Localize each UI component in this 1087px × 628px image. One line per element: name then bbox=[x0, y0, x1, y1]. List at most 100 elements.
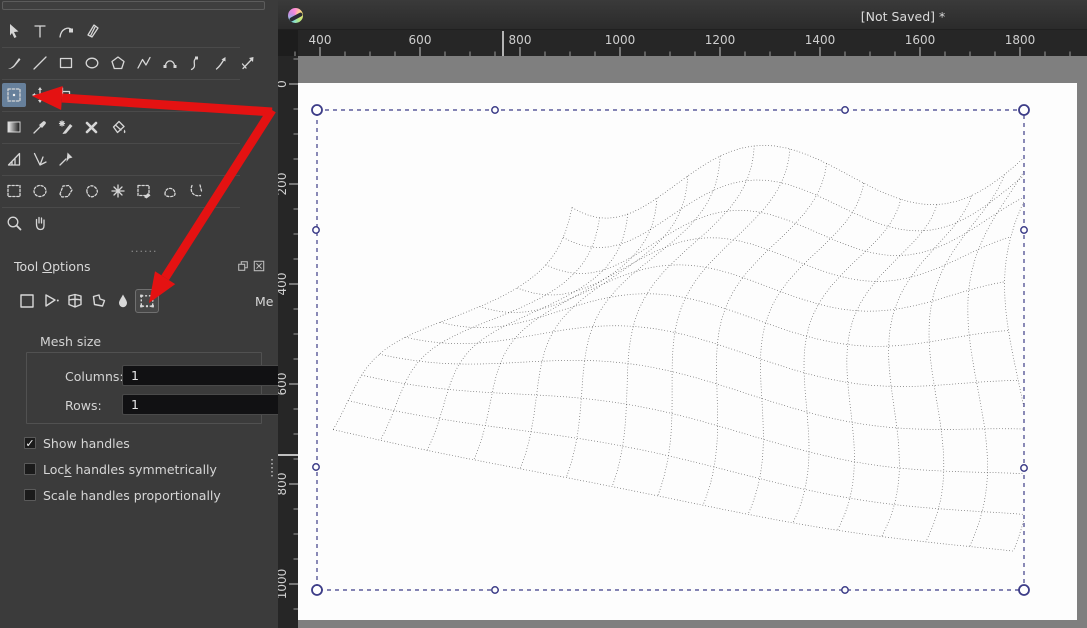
toolbox-docker-header[interactable] bbox=[2, 1, 265, 10]
tool-magnetic-selection[interactable] bbox=[184, 179, 208, 203]
mesh-corner-handle[interactable] bbox=[311, 104, 323, 116]
tool-gradient[interactable] bbox=[2, 115, 26, 139]
tool-text[interactable] bbox=[28, 19, 52, 43]
svg-text:600: 600 bbox=[409, 33, 432, 47]
tool-polyline[interactable] bbox=[132, 51, 156, 75]
svg-text:1800: 1800 bbox=[1005, 33, 1036, 47]
toolbox-separator bbox=[2, 79, 240, 80]
mesh-corner-handle[interactable] bbox=[1018, 104, 1030, 116]
mesh-corner-handle[interactable] bbox=[311, 584, 323, 596]
checkbox-unchecked[interactable] bbox=[24, 489, 36, 501]
colorize-mask-icon bbox=[58, 120, 73, 134]
tool-calligraphy[interactable] bbox=[80, 19, 104, 43]
tool-freehand-brush[interactable] bbox=[2, 51, 26, 75]
checkbox-label: Show handles bbox=[43, 435, 130, 451]
tool-bezier-selection[interactable] bbox=[158, 179, 182, 203]
mesh-control-handle[interactable] bbox=[491, 106, 499, 114]
tool-freehand-selection[interactable] bbox=[80, 179, 104, 203]
toolbox-separator bbox=[2, 47, 240, 48]
mesh-corner-handle[interactable] bbox=[1018, 584, 1030, 596]
canvas-viewport[interactable] bbox=[298, 56, 1087, 628]
mode-cage-button[interactable] bbox=[87, 289, 111, 313]
checkbox-show-handles[interactable]: ✓ Show handles bbox=[24, 435, 130, 451]
columns-input[interactable] bbox=[123, 366, 287, 385]
tool-rectangle[interactable] bbox=[54, 51, 78, 75]
mesh-control-handle[interactable] bbox=[841, 106, 849, 114]
tool-polygon[interactable] bbox=[106, 51, 130, 75]
mesh-control-handle[interactable] bbox=[1020, 226, 1028, 234]
tool-similar-color-selection[interactable] bbox=[132, 179, 156, 203]
rows-label: Rows: bbox=[65, 398, 102, 413]
tool-options-title: Tool Options bbox=[14, 259, 91, 274]
tool-assistants[interactable] bbox=[2, 147, 26, 171]
tool-move[interactable] bbox=[28, 83, 52, 107]
tool-fill[interactable] bbox=[106, 115, 130, 139]
rectangular-selection-icon bbox=[7, 184, 21, 198]
rows-spinbox[interactable]: ▲ ▼ bbox=[122, 394, 293, 415]
mode-liquify-button[interactable] bbox=[111, 289, 135, 313]
tool-measure[interactable] bbox=[28, 147, 52, 171]
tool-select-shapes[interactable] bbox=[2, 19, 26, 43]
transform-icon bbox=[7, 88, 21, 102]
checkbox-lock-handles-symmetrically[interactable]: Lock handles symmetrically bbox=[24, 462, 217, 477]
tool-freehand-path[interactable] bbox=[184, 51, 208, 75]
tool-rectangular-selection[interactable] bbox=[2, 179, 26, 203]
warp-icon bbox=[68, 293, 82, 308]
tool-dynamic-brush[interactable] bbox=[210, 51, 234, 75]
mesh-control-handle[interactable] bbox=[312, 226, 320, 234]
checkbox-unchecked[interactable] bbox=[24, 463, 36, 475]
tool-ellipse[interactable] bbox=[80, 51, 104, 75]
left-dock-panel: ······ Tool Options Me Mesh size Columns… bbox=[0, 0, 293, 628]
horizontal-ruler: 400 600 800 1000 1200 1400 1600 1800 bbox=[278, 30, 1087, 56]
edit-shapes-icon bbox=[59, 27, 73, 38]
ellipse-icon bbox=[85, 57, 99, 69]
tool-bezier-curve[interactable] bbox=[158, 51, 182, 75]
tool-reference-images[interactable] bbox=[54, 147, 78, 171]
columns-spinbox[interactable]: ▲ ▼ bbox=[122, 365, 293, 386]
tool-transform[interactable] bbox=[2, 83, 26, 107]
docker-drag-handle[interactable]: ······ bbox=[124, 245, 164, 258]
mode-mesh-button[interactable] bbox=[135, 289, 159, 313]
freehand-brush-icon bbox=[8, 58, 21, 69]
tool-crop[interactable] bbox=[54, 83, 78, 107]
text-icon bbox=[34, 25, 46, 38]
tool-line[interactable] bbox=[28, 51, 52, 75]
smart-patch-icon bbox=[85, 121, 98, 134]
svg-text:1000: 1000 bbox=[605, 33, 636, 47]
rows-input[interactable] bbox=[123, 395, 287, 414]
tool-contiguous-selection[interactable] bbox=[106, 179, 130, 203]
tool-pan[interactable] bbox=[28, 211, 52, 235]
tool-smart-patch[interactable] bbox=[80, 115, 104, 139]
tool-elliptical-selection[interactable] bbox=[28, 179, 52, 203]
mesh-control-handle[interactable] bbox=[491, 586, 499, 594]
tool-polygonal-selection[interactable] bbox=[54, 179, 78, 203]
mode-warp-button[interactable] bbox=[63, 289, 87, 313]
transform-overlay bbox=[311, 104, 1030, 596]
tool-color-sampler[interactable] bbox=[28, 115, 52, 139]
svg-text:200: 200 bbox=[278, 173, 289, 196]
checkbox-scale-handles-proportionally[interactable]: Scale handles proportionally bbox=[24, 488, 221, 503]
tool-multibrush[interactable] bbox=[236, 51, 260, 75]
tool-colorize-mask[interactable] bbox=[54, 115, 78, 139]
polygonal-selection-icon bbox=[59, 184, 73, 198]
svg-text:1200: 1200 bbox=[705, 33, 736, 47]
mode-free-transform-button[interactable] bbox=[15, 289, 39, 313]
docker-close-button[interactable] bbox=[253, 260, 265, 272]
tool-zoom[interactable] bbox=[2, 211, 26, 235]
panel-splitter-handle[interactable] bbox=[271, 459, 273, 478]
measure-icon bbox=[33, 152, 47, 166]
svg-text:800: 800 bbox=[278, 473, 289, 496]
mode-perspective-button[interactable] bbox=[39, 289, 63, 313]
document-titlebar: [Not Saved] * bbox=[278, 0, 1087, 30]
svg-text:400: 400 bbox=[309, 33, 332, 47]
mesh-icon bbox=[140, 294, 154, 308]
tool-edit-shapes[interactable] bbox=[54, 19, 78, 43]
mesh-control-handle[interactable] bbox=[841, 586, 849, 594]
mesh-control-handle[interactable] bbox=[1020, 464, 1028, 472]
similar-color-selection-icon bbox=[137, 184, 151, 199]
checkbox-checked[interactable]: ✓ bbox=[24, 437, 36, 449]
mesh-control-handle[interactable] bbox=[312, 463, 320, 471]
mesh-preview bbox=[332, 144, 1024, 552]
docker-float-button[interactable] bbox=[237, 260, 249, 272]
transform-selection-box[interactable] bbox=[316, 109, 1025, 591]
